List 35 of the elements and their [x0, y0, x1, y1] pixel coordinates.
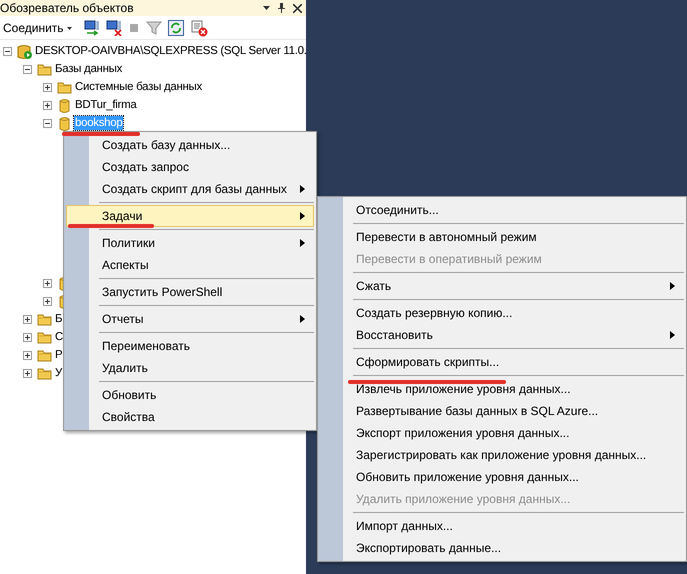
menu-item[interactable]: Перевести в автономный режим	[320, 226, 684, 248]
tree-item[interactable]: Базы данных	[54, 62, 124, 76]
tree-item[interactable]: BDTur_firma	[74, 98, 138, 112]
menu-item[interactable]: Создать базу данных...	[66, 134, 314, 156]
menu-item[interactable]: Удалить	[66, 357, 314, 379]
menu-item[interactable]: Сформировать скрипты...	[320, 351, 684, 373]
connect-button[interactable]: Соединить	[3, 21, 72, 35]
menu-item[interactable]: Зарегистрировать как приложение уровня данных...	[320, 444, 684, 466]
tree-item[interactable]: С	[54, 330, 64, 344]
tree-item[interactable]: Р	[54, 348, 64, 362]
menu-item[interactable]: Обновить	[66, 384, 314, 406]
menu-item[interactable]: Восстановить	[320, 324, 684, 346]
tree-item[interactable]: DESKTOP-OAIVBHA\SQLEXPRESS (SQL Server 11.0.	[34, 44, 308, 58]
menu-item[interactable]: Отчеты	[66, 308, 314, 330]
menu-item[interactable]: Развертывание базы данных в SQL Azure...	[320, 400, 684, 422]
menu-item[interactable]: Экспорт приложения уровня данных...	[320, 422, 684, 444]
menu-item[interactable]: Создать запрос	[66, 156, 314, 178]
menu-item[interactable]: Отсоединить...	[320, 199, 684, 221]
menu-item[interactable]: Создать резервную копию...	[320, 302, 684, 324]
menu-item[interactable]: Задачи	[66, 205, 314, 227]
menu-item[interactable]: Импорт данных...	[320, 515, 684, 537]
menu-item[interactable]: Переименовать	[66, 335, 314, 357]
menu-item[interactable]: Политики	[66, 232, 314, 254]
menu-item[interactable]: Экспортировать данные...	[320, 537, 684, 559]
tree-item[interactable]: У	[54, 366, 64, 380]
menu-item[interactable]: Свойства	[66, 406, 314, 428]
menu-item[interactable]: Сжать	[320, 275, 684, 297]
menu-item[interactable]: Обновить приложение уровня данных...	[320, 466, 684, 488]
tree-item[interactable]: Системные базы данных	[74, 80, 203, 94]
menu-item[interactable]: Создать скрипт для базы данных	[66, 178, 314, 200]
panel-title: Обозреватель объектов	[0, 1, 135, 15]
menu-item[interactable]: Запустить PowerShell	[66, 281, 314, 303]
tree-item[interactable]: Б	[54, 312, 64, 326]
menu-item[interactable]: Аспекты	[66, 254, 314, 276]
menu-item[interactable]: Извлечь приложение уровня данных...	[320, 378, 684, 400]
